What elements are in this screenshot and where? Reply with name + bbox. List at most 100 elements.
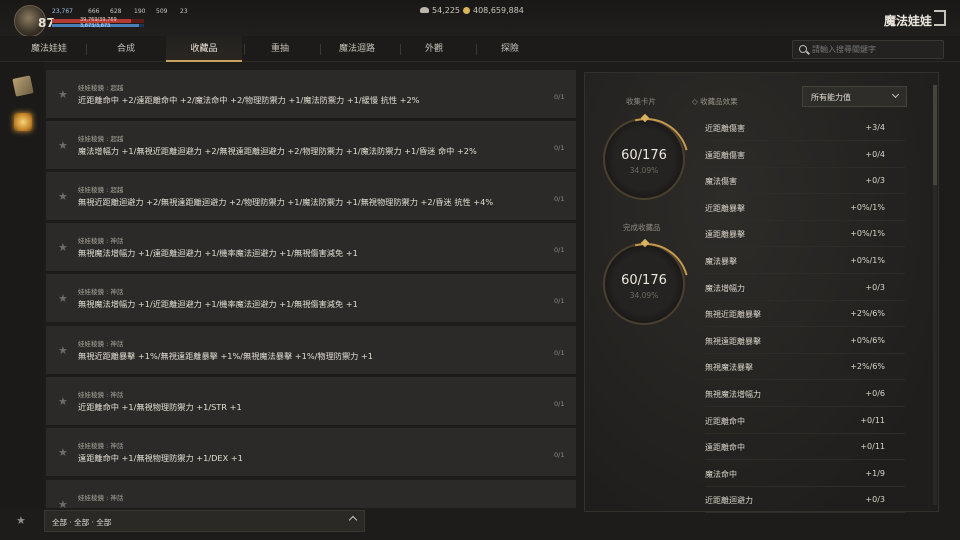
stat-value: +0/3 <box>865 283 885 292</box>
favorite-star-icon[interactable]: ★ <box>58 139 68 152</box>
item-category: 娃娃稜鏡 : 神話 <box>78 340 124 348</box>
card-icon[interactable] <box>12 75 34 97</box>
list-item[interactable]: ★ 娃娃稜鏡 : 超越無視近距離迴避力 +2/無視遠距離迴避力 +2/物理防禦力 … <box>46 172 576 221</box>
stat-row: 近距離迴避力 +0/3 <box>705 487 905 513</box>
search-box[interactable] <box>792 40 944 59</box>
item-category: 娃娃稜鏡 : 神話 <box>78 494 124 502</box>
favorite-star-icon[interactable]: ★ <box>58 446 68 459</box>
item-count: 0/1 <box>554 451 565 459</box>
item-effect: 遠距離命中 +1/無視物理防禦力 +1/DEX +1 <box>78 453 243 463</box>
favorite-star-icon[interactable]: ★ <box>58 241 68 254</box>
stat-value: +0%/6% <box>850 336 885 345</box>
stat-filter-select[interactable]: 所有能力值 <box>802 86 907 107</box>
scrollbar[interactable] <box>933 85 937 505</box>
favorite-star-icon[interactable]: ★ <box>58 292 68 305</box>
filter-dropdown[interactable]: 全部 · 全部 · 全部 <box>44 510 365 532</box>
stat-value: +3/4 <box>865 123 885 132</box>
tab-reroll[interactable]: 重抽 <box>246 36 314 62</box>
stat-name: 魔法增幅力 <box>705 284 745 293</box>
item-effect: 無視近距離迴避力 +2/無視遠距離迴避力 +2/物理防禦力 +1/魔法防禦力 +… <box>78 197 494 207</box>
favorites-filter-star-icon[interactable]: ★ <box>16 514 26 527</box>
completed-count: 60/176 <box>621 273 667 288</box>
stat-value: +0/11 <box>860 442 885 451</box>
item-effect: 無視魔法增幅力 +1/遠距離迴避力 +1/機率魔法迴避力 +1/無視傷害減免 +… <box>78 248 358 258</box>
wing-currency: 54,225 <box>420 6 460 15</box>
item-count: 0/1 <box>554 349 565 357</box>
list-item[interactable]: ★ 娃娃稜鏡 : 超越 魔法增幅力 +1/無視近距離迴避力 +2/無視遠距離迴避力 … <box>46 121 576 170</box>
item-category: 娃娃稜鏡 : 超越 <box>78 135 124 143</box>
list-item[interactable]: ★ 娃娃稜鏡 : 神話無視魔法增幅力 +1/遠距離迴避力 +1/機率魔法迴避力 +… <box>46 223 576 272</box>
stat-row: 近距離傷害 +3/4 <box>705 115 905 141</box>
item-effect: 無視魔法增幅力 +1/近距離迴避力 +1/機率魔法迴避力 +1/無視傷害減免 +… <box>78 299 358 309</box>
stat-value: +0%/1% <box>850 256 885 265</box>
hud-stat-3: 190 <box>134 8 146 15</box>
item-effect: 無視近距離暴擊 +1%/無視遠距離暴擊 +1%/無視魔法暴擊 +1%/物理防禦力… <box>78 351 373 361</box>
list-item[interactable]: ★ 娃娃稜鏡 : 神話 近距離命中 +1/無視物理防禦力 +1/STR +1 0/1 <box>46 377 576 426</box>
stat-filter-label: 所有能力值 <box>811 93 851 102</box>
favorite-star-icon[interactable]: ★ <box>58 395 68 408</box>
stat-row: 遠距離暴擊 +0%/1% <box>705 221 905 247</box>
gem-icon <box>640 113 650 123</box>
collect-cards-label: 收集卡片 <box>626 97 656 106</box>
collection-list: ★ 娃娃稜鏡 : 超越 近距離命中 +2/遠距離命中 +2/魔法命中 +2/物理防禦… <box>46 70 576 508</box>
gem-icon <box>640 238 650 248</box>
left-rail <box>0 62 44 508</box>
item-count: 0/1 <box>554 400 565 408</box>
list-item[interactable]: ★ 娃娃稜鏡 : 神話 遠距離命中 +1/無視物理防禦力 +1/DEX +1 0/1 <box>46 428 576 477</box>
list-item[interactable]: ★ 娃娃稜鏡 : 神話無視近距離暴擊 +1%/無視遠距離暴擊 +1%/無視魔法暴擊… <box>46 326 576 375</box>
page-title: 魔法娃娃 <box>884 14 933 28</box>
tab-magic-circuit[interactable]: 魔法迴路 <box>320 36 394 62</box>
search-input[interactable] <box>812 43 940 56</box>
search-icon <box>799 45 807 53</box>
stat-name: 魔法暴擊 <box>705 257 737 266</box>
scrollbar-thumb[interactable] <box>933 85 937 185</box>
collection-effects-panel: 收集卡片 60/176 34.09% 完成收藏品 60/176 34.09% ◇… <box>584 72 939 513</box>
filter-label: 全部 · 全部 · 全部 <box>52 518 112 527</box>
tab-magic-doll[interactable]: 魔法娃娃 <box>14 36 84 62</box>
tab-appearance[interactable]: 外觀 <box>400 36 468 62</box>
collect-percent: 34.09% <box>629 166 659 175</box>
gold-currency: 408,659,884 <box>463 6 524 15</box>
stat-row: 無視魔法增幅力 +0/6 <box>705 381 905 407</box>
stat-name: 遠距離暴擊 <box>705 230 745 239</box>
stat-value: +0/3 <box>865 176 885 185</box>
item-effect: 近距離命中 +2/遠距離命中 +2/魔法命中 +2/物理防禦力 +1/魔法防禦力… <box>78 95 420 105</box>
stat-name: 魔法傷害 <box>705 177 737 186</box>
item-count: 0/1 <box>554 195 565 203</box>
mp-text: 3,873/3,873 <box>80 23 111 29</box>
list-item[interactable]: ★ 娃娃稜鏡 : 神話 無視魔法增幅力 +1/近距離迴避力 +1/機率魔法迴避力 +… <box>46 274 576 323</box>
stat-row: 近距離暴擊 +0%/1% <box>705 195 905 221</box>
stat-name: 近距離迴避力 <box>705 496 753 505</box>
tab-expedition[interactable]: 探險 <box>476 36 544 62</box>
list-item[interactable]: ★ 娃娃稜鏡 : 神話 <box>46 480 576 508</box>
item-category: 娃娃稜鏡 : 超越 <box>78 84 124 92</box>
item-category: 娃娃稜鏡 : 超越 <box>78 186 124 194</box>
completed-percent: 34.09% <box>629 291 659 300</box>
favorite-star-icon[interactable]: ★ <box>58 190 68 203</box>
stat-name: 近距離命中 <box>705 417 745 426</box>
stat-value: +1/9 <box>865 469 885 478</box>
item-category: 娃娃稜鏡 : 神話 <box>78 237 124 245</box>
tab-compose[interactable]: 合成 <box>88 36 164 62</box>
app-window: 87 23,767 666 628 190 509 23 39,769/39,7… <box>0 0 960 540</box>
stat-name: 無視魔法增幅力 <box>705 390 761 399</box>
exit-icon[interactable] <box>934 10 946 26</box>
tab-collection[interactable]: 收藏品 <box>166 36 242 62</box>
glowing-card-icon[interactable] <box>14 113 32 131</box>
favorite-star-icon[interactable]: ★ <box>58 88 68 101</box>
stat-row: 遠距離命中 +0/11 <box>705 434 905 460</box>
chevron-down-icon <box>891 90 900 99</box>
wing-icon <box>420 7 429 13</box>
item-count: 0/1 <box>554 144 565 152</box>
effects-title: ◇ 收藏品效果 <box>692 97 738 106</box>
collect-count: 60/176 <box>621 148 667 163</box>
stat-value: +2%/6% <box>850 362 885 371</box>
stat-row: 魔法增幅力 +0/3 <box>705 275 905 301</box>
stat-value: +0/6 <box>865 389 885 398</box>
favorite-star-icon[interactable]: ★ <box>58 498 68 508</box>
list-item[interactable]: ★ 娃娃稜鏡 : 超越近距離命中 +2/遠距離命中 +2/魔法命中 +2/物理防禦… <box>46 70 576 119</box>
stat-value: +0%/1% <box>850 229 885 238</box>
stat-row: 近距離命中 +0/11 <box>705 408 905 434</box>
stat-row: 遠距離傷害 +0/4 <box>705 142 905 168</box>
favorite-star-icon[interactable]: ★ <box>58 344 68 357</box>
